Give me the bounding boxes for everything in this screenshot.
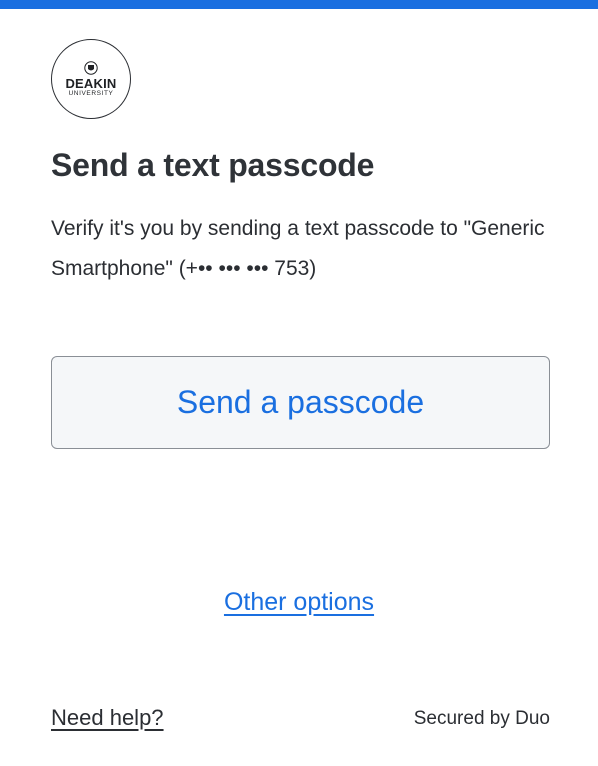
page-title: Send a text passcode: [51, 147, 375, 183]
deakin-university-logo: DEAKIN UNIVERSITY: [51, 39, 131, 119]
top-accent-bar: [0, 0, 598, 9]
other-options-container: Other options: [0, 588, 598, 617]
crest-icon: [84, 60, 98, 75]
need-help-link[interactable]: Need help?: [51, 705, 164, 731]
logo-subtitle: UNIVERSITY: [68, 89, 114, 97]
instruction-text: Verify it's you by sending a text passco…: [51, 217, 545, 280]
secured-by-duo-text: Secured by Duo: [413, 708, 550, 729]
send-passcode-button[interactable]: Send a passcode: [51, 356, 550, 449]
logo-name: DEAKIN: [65, 75, 117, 91]
other-options-link[interactable]: Other options: [224, 588, 374, 616]
